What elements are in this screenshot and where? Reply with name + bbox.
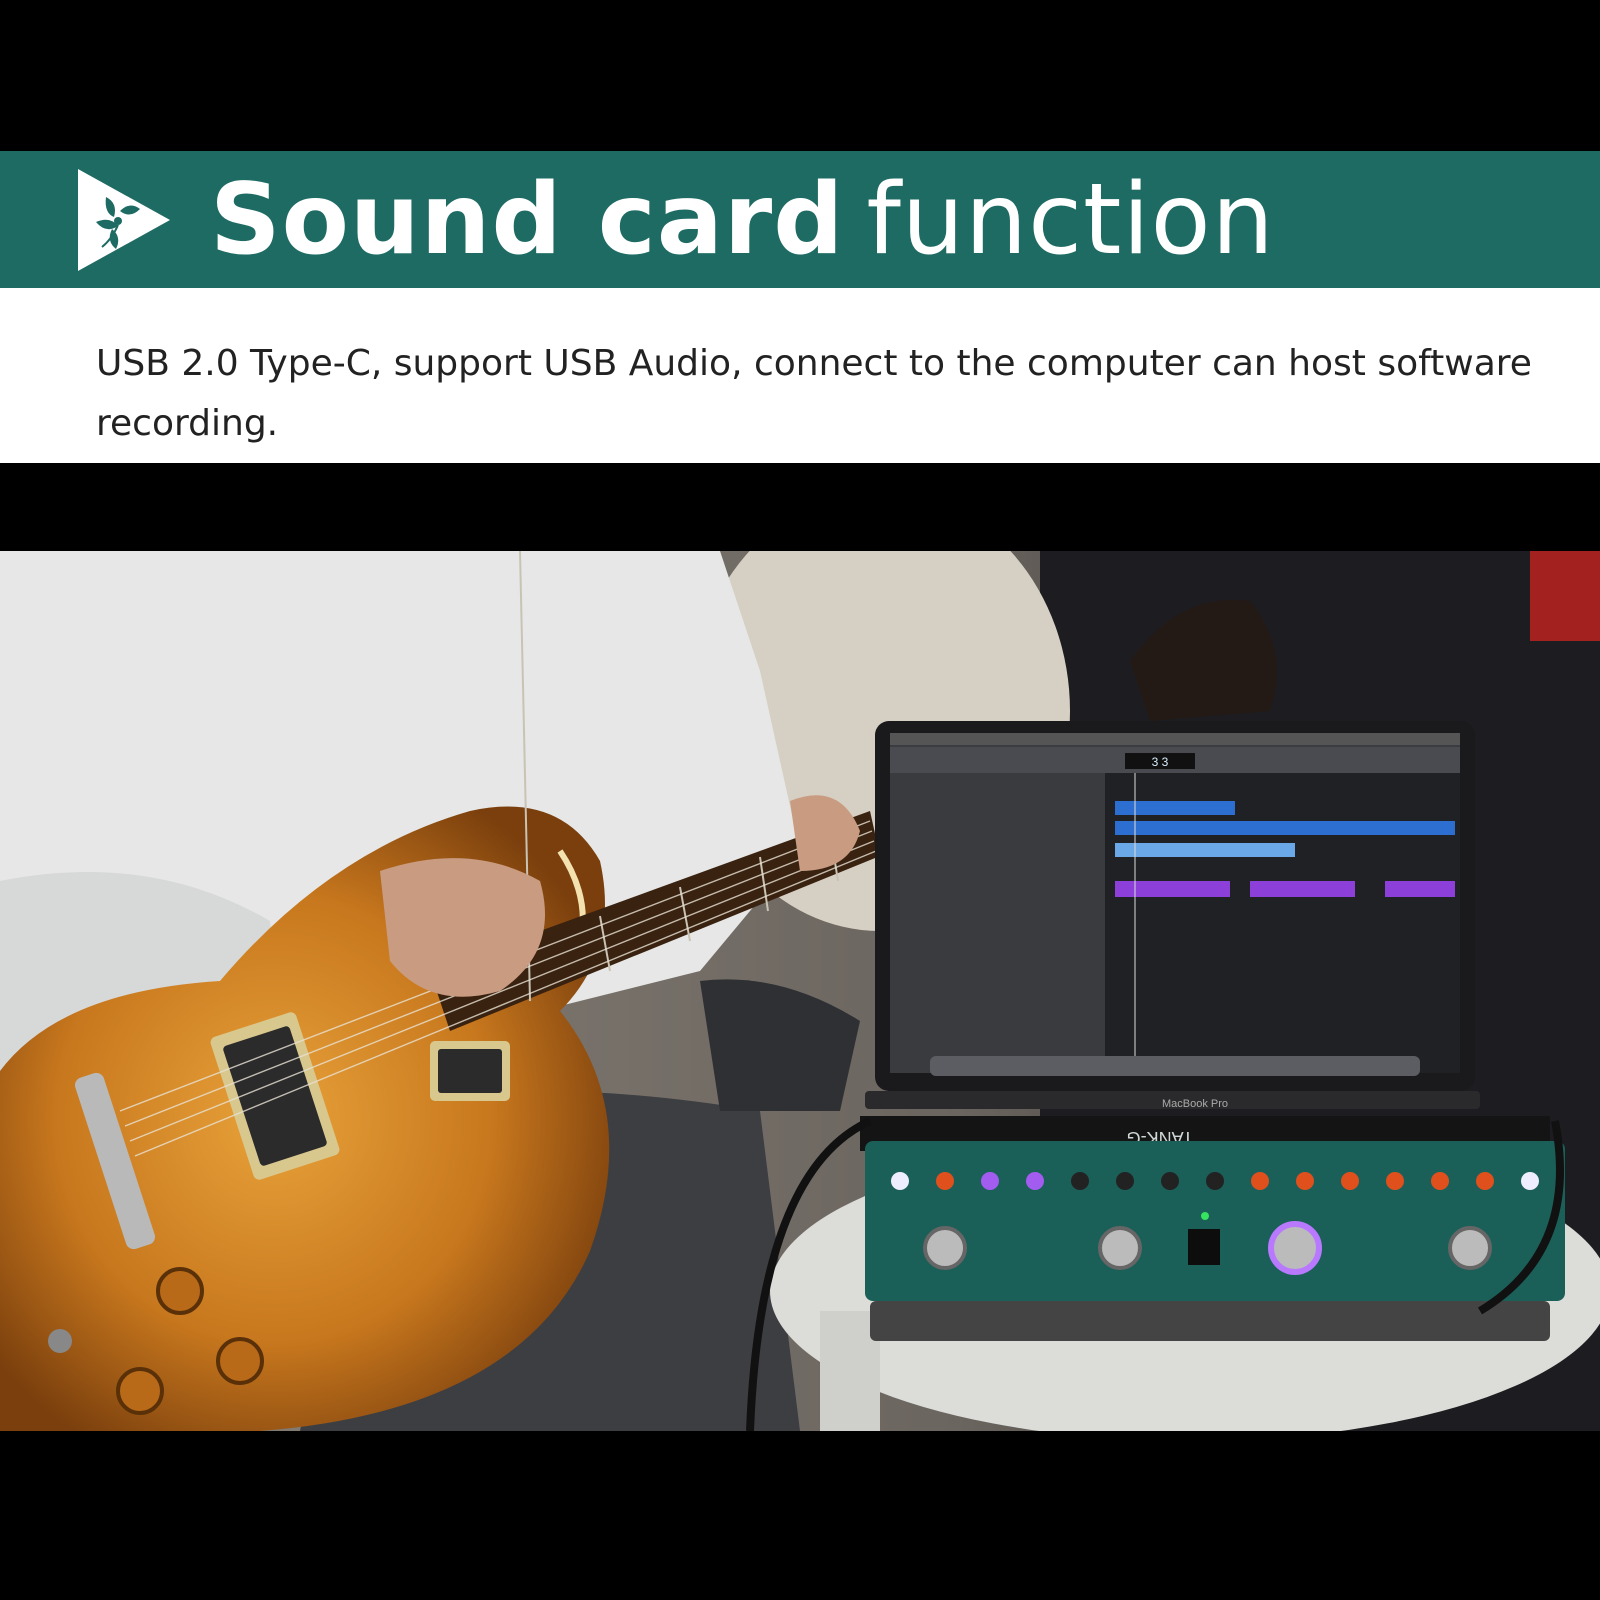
feature-description: USB 2.0 Type-C, support USB Audio, conne… bbox=[96, 343, 1532, 444]
laptop-label: MacBook Pro bbox=[1162, 1098, 1228, 1110]
daw-counter: 3 3 bbox=[1152, 755, 1169, 769]
title-light: function bbox=[866, 163, 1275, 277]
mid-margin bbox=[0, 463, 1600, 551]
top-margin bbox=[0, 0, 1600, 151]
description-band: USB 2.0 Type-C, support USB Audio, conne… bbox=[0, 288, 1600, 463]
multi-effects-pedal: TANK-G bbox=[860, 1116, 1565, 1341]
page-title: Sound card function bbox=[210, 161, 1275, 279]
title-bold: Sound card bbox=[210, 163, 845, 277]
dock bbox=[930, 1056, 1420, 1076]
pedal-knob-row bbox=[891, 1172, 1539, 1190]
title-banner: Sound card function bbox=[0, 151, 1600, 288]
laptop: 3 3 MacBook Pro bbox=[865, 721, 1480, 1110]
brand-logo-icon bbox=[78, 169, 170, 271]
bottom-margin bbox=[0, 1431, 1600, 1600]
photo-illustration: 3 3 MacBook Pro TANK-G bbox=[0, 551, 1600, 1431]
product-photo: 3 3 MacBook Pro TANK-G bbox=[0, 551, 1600, 1431]
